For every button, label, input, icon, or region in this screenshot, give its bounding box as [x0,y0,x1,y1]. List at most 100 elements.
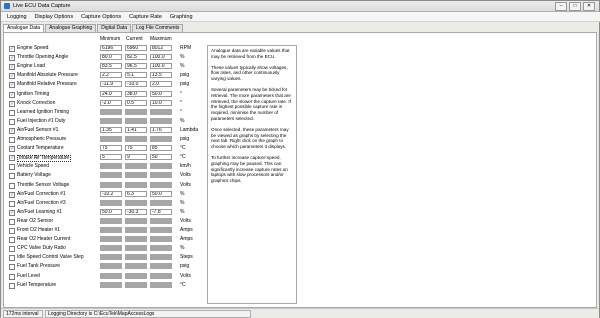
parameter-checkbox[interactable] [9,228,15,234]
value-max [150,136,172,142]
parameter-checkbox[interactable]: ✓ [9,127,15,134]
menu-graphing[interactable]: Graphing [170,14,193,20]
menu-logging[interactable]: Logging [7,14,27,20]
value-cur: 6960 [125,45,147,51]
parameter-row: Throttle Sensor Voltage Volts [8,181,204,189]
parameter-checkbox[interactable] [9,173,15,180]
parameter-checkbox[interactable] [9,246,15,253]
unit-label: km/h [180,163,191,170]
parameter-label: Rear O2 Sensor [17,217,54,224]
parameter-row: ✓ Manifold Relative Pressure -11.9 -10.0 2.0… [8,81,204,89]
parameter-checkbox[interactable] [9,264,15,271]
parameter-checkbox[interactable] [9,137,15,143]
unit-label: psig [180,263,190,270]
parameter-checkbox[interactable] [9,182,15,189]
value-max: 100.0 [150,63,172,70]
value-max: 85 [150,145,172,152]
unit-label: % [180,54,185,61]
value-max: 50 [150,154,172,161]
parameter-label: Rear O2 Heater Current [17,236,71,243]
parameter-checkbox[interactable]: ✓ [9,55,15,62]
parameter-checkbox[interactable] [9,282,15,289]
parameter-row: ✓ Intake Air Temperature 5 9 50 °C [8,154,204,162]
parameter-label: Air/Fuel Learning #1 [17,208,63,215]
value-max: 8012 [150,45,172,51]
parameter-label: Ignition Timing [17,90,50,97]
unit-label: psig [180,72,190,79]
value-cur [125,217,147,224]
parameter-row: Battery Voltage Volts [8,172,204,180]
parameter-row: ✓ Throttle Opening Angle 80.0 82.5 100.0% [8,54,204,62]
unit-label: % [180,190,185,197]
window-title: Live ECU Data Capture [13,3,71,9]
unit-label: Amps [180,236,193,243]
value-max [150,181,172,188]
parameter-row: Rear O2 Sensor Volts [8,217,204,225]
value-cur: 75 [125,145,147,152]
parameter-checkbox[interactable]: ✓ [9,155,15,162]
parameter-checkbox[interactable]: ✓ [9,100,15,107]
value-min [100,136,122,142]
unit-label: psig [180,136,190,142]
unit-label: Steps [180,254,193,261]
parameter-checkbox[interactable]: ✓ [9,82,15,89]
menu-capture-rate[interactable]: Capture Rate [129,14,162,20]
unit-label: Volts [180,217,191,224]
parameter-checkbox[interactable]: ✓ [9,64,15,71]
value-cur: -30.3 [125,208,147,215]
help-paragraph: Once selected, these parameters may be v… [211,126,289,150]
unit-label: ° [180,99,182,106]
parameter-row: ✓ Knock Correction -2.0 0.5 10.0 ° [8,99,204,107]
value-max [150,272,172,279]
parameter-checkbox[interactable] [9,109,15,116]
value-cur [125,272,147,279]
parameter-row: ✓ Air/Fuel Sensor #1 1.35 1.41 1.76 Lambda [8,126,204,134]
parameter-checkbox[interactable] [9,255,15,262]
parameter-checkbox[interactable] [9,200,15,207]
menu-capture-options[interactable]: Capture Options [81,14,121,20]
unit-label: Volts [180,172,191,179]
parameter-row: Fuel Level Volts [8,272,204,280]
parameter-checkbox[interactable] [9,237,15,244]
value-max [150,117,172,124]
unit-label: °C [180,154,186,161]
menu-display-options[interactable]: Display Options [35,14,74,20]
value-cur [125,172,147,179]
parameter-checkbox[interactable] [9,164,15,171]
ecu-capture-window: Live ECU Data Capture – □ ✕ Logging Disp… [0,0,600,318]
unit-label: psig [180,81,190,88]
help-paragraph: To further increase capture speed, graph… [211,154,288,184]
value-max: 1.76 [150,126,172,133]
parameter-checkbox[interactable] [9,218,15,225]
analogue-data-panel: Minimum Current Maximum ✓ Engine Speed 619… [3,32,597,308]
unit-label: % [180,199,185,206]
tab-digital-data[interactable]: Digital Data [97,24,132,32]
value-min: 75 [100,145,122,152]
maximize-button[interactable]: □ [569,2,581,11]
parameter-checkbox[interactable] [9,273,15,280]
parameter-checkbox[interactable]: ✓ [9,46,15,52]
value-cur [125,163,147,170]
minimize-button[interactable]: – [555,2,567,11]
unit-label: RPM [180,45,192,51]
parameter-checkbox[interactable]: ✓ [9,146,15,153]
parameter-checkbox[interactable]: ✓ [9,73,15,80]
value-max [150,245,172,252]
unit-label: Lambda [180,126,199,133]
tab-log-file-comments[interactable]: Log File Comments [132,24,184,32]
parameter-checkbox[interactable]: ✓ [9,191,15,198]
tab-analogue-graphing[interactable]: Analogue Graphing [45,24,97,32]
parameter-label: Manifold Absolute Pressure [17,72,78,79]
value-cur: 5.1 [125,72,147,79]
parameter-label: Atmospheric Pressure [17,136,67,142]
parameter-checkbox[interactable]: ✓ [9,209,15,216]
parameter-checkbox[interactable]: ✓ [9,91,15,98]
column-header-minimum: Minimum [100,36,121,42]
parameter-row: ✓ Engine Load 83.5 96.5 100.0% [8,63,204,71]
value-min [100,236,122,243]
window-controls: – □ ✕ [555,2,595,11]
parameter-checkbox[interactable] [9,118,15,125]
value-cur: 0.5 [125,99,147,106]
parameter-label: Throttle Opening Angle [17,54,69,61]
close-button[interactable]: ✕ [583,2,595,11]
